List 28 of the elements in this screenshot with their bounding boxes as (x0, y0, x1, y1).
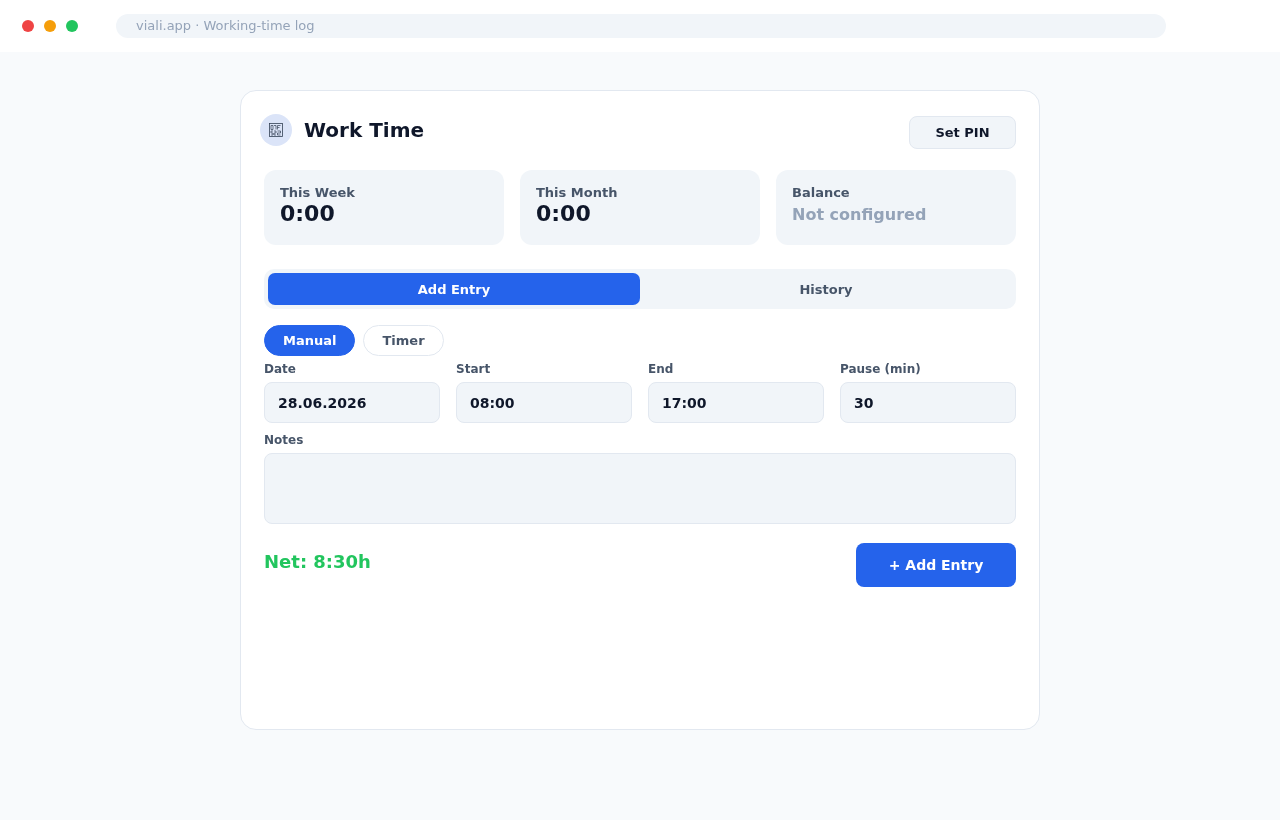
field-label: Date (264, 362, 296, 376)
notes-field[interactable] (264, 453, 1016, 524)
stat-label: Balance (792, 185, 850, 200)
mode-toggle[interactable]: Timer (363, 325, 444, 356)
input-field[interactable]: 08:00 (456, 382, 632, 423)
window-control-icon[interactable] (66, 20, 78, 32)
set-pin-button[interactable]: Set PIN (909, 116, 1016, 149)
net-total: Net: 8:30h (264, 551, 371, 572)
add-entry-button[interactable]: + Add Entry (856, 543, 1016, 587)
stat-label: This Month (536, 185, 618, 200)
glyph-box-icon (260, 114, 292, 146)
field-label: Start (456, 362, 491, 376)
stat-value: Not configured (792, 205, 927, 224)
stat-label: This Week (280, 185, 355, 200)
window-control-icon[interactable] (44, 20, 56, 32)
field-label: End (648, 362, 674, 376)
input-field[interactable]: 30 (840, 382, 1016, 423)
page-title: Work Time (304, 118, 425, 142)
input-field[interactable]: 28.06.2026 (264, 382, 440, 423)
tab[interactable]: History (640, 273, 1012, 305)
window-control-icon[interactable] (22, 20, 34, 32)
field-label: Pause (min) (840, 362, 921, 376)
mode-toggle[interactable]: Manual (264, 325, 356, 356)
stat-value: 0:00 (536, 201, 591, 226)
stat-value: 0:00 (280, 201, 335, 226)
field-label: Notes (264, 433, 304, 447)
input-field[interactable]: 17:00 (648, 382, 824, 423)
tab[interactable]: Add Entry (268, 273, 640, 305)
